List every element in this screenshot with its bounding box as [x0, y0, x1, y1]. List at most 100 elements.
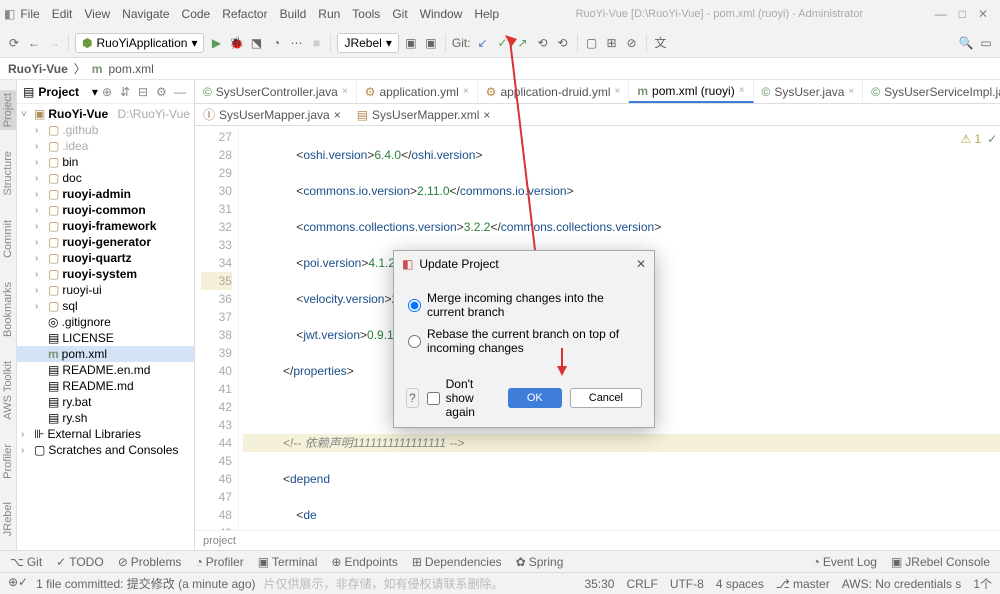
- block-icon[interactable]: ⊘: [624, 35, 640, 51]
- settings-icon[interactable]: ▭: [978, 35, 994, 51]
- tool-dependencies[interactable]: ⊞ Dependencies: [406, 553, 508, 571]
- status-branch[interactable]: ⎇ master: [776, 577, 830, 591]
- tree-item[interactable]: ry.bat: [62, 395, 91, 409]
- tree-item[interactable]: bin: [62, 155, 78, 169]
- run-icon[interactable]: ▶: [208, 35, 224, 51]
- inspection-warnings[interactable]: ⚠ 1: [960, 132, 981, 146]
- hide-icon[interactable]: —: [174, 85, 188, 99]
- tree-item[interactable]: ruoyi-admin: [62, 187, 131, 201]
- profile-icon[interactable]: ◔: [268, 35, 284, 51]
- dont-show-checkbox[interactable]: [427, 392, 440, 405]
- tool-todo[interactable]: ✓ TODO: [50, 553, 110, 571]
- menu-file[interactable]: File: [15, 5, 44, 23]
- help-button[interactable]: ?: [406, 388, 419, 408]
- chevron-down-icon[interactable]: ▾: [92, 85, 98, 99]
- tab-sysusermapper-java[interactable]: ⒾSysUserMapper.java×: [195, 104, 349, 125]
- toolwindow-bookmarks[interactable]: Bookmarks: [0, 279, 16, 340]
- back-icon[interactable]: ←: [26, 35, 42, 51]
- toolwindow-project[interactable]: Project: [0, 90, 16, 130]
- tool-spring[interactable]: ✿ Spring: [510, 553, 570, 571]
- dont-show-option[interactable]: Don't show again: [427, 377, 492, 419]
- tool-profiler[interactable]: ◔ Profiler: [189, 553, 249, 571]
- tree-item[interactable]: ruoyi-quartz: [62, 251, 131, 265]
- tab-pom[interactable]: mpom.xml (ruoyi)×: [629, 80, 753, 103]
- tool-endpoints[interactable]: ⊕ Endpoints: [325, 553, 403, 571]
- tool-git[interactable]: ⌥ Git: [4, 553, 48, 571]
- inspection-widget[interactable]: ⚠ 1 ✓ 10 ︿ ˅: [960, 130, 1000, 147]
- git-rollback-icon[interactable]: ⟲: [555, 35, 571, 51]
- jrebel-debug-icon[interactable]: ▣: [423, 35, 439, 51]
- debug-icon[interactable]: 🐞: [228, 35, 244, 51]
- dialog-close-icon[interactable]: ✕: [636, 257, 646, 271]
- tree-item[interactable]: ruoyi-common: [62, 203, 145, 217]
- tab-sysusermapper-xml[interactable]: ▤SysUserMapper.xml×: [349, 104, 499, 125]
- tool-terminal[interactable]: ▣ Terminal: [252, 553, 324, 571]
- toolwindow-jrebel[interactable]: JRebel: [0, 499, 16, 539]
- tree-item[interactable]: LICENSE: [62, 331, 113, 345]
- editor-breadcrumb[interactable]: project: [195, 530, 1000, 550]
- translate-icon[interactable]: 文: [653, 35, 669, 51]
- tool-eventlog[interactable]: ◔ Event Log: [807, 553, 883, 571]
- attach-icon[interactable]: ⋯: [288, 35, 304, 51]
- menu-build[interactable]: Build: [275, 5, 312, 23]
- tree-item-pom[interactable]: pom.xml: [62, 347, 107, 361]
- search-icon[interactable]: 🔍: [958, 35, 974, 51]
- forward-icon[interactable]: →: [46, 35, 62, 51]
- close-icon[interactable]: ✕: [978, 7, 988, 21]
- menu-view[interactable]: View: [79, 5, 115, 23]
- tree-item[interactable]: .idea: [62, 139, 88, 153]
- project-tree[interactable]: ˅▣RuoYi-Vue D:\RuoYi-Vue ›▢.github ›▢.id…: [17, 104, 194, 550]
- breadcrumb-root[interactable]: RuoYi-Vue: [8, 62, 68, 76]
- collapse-icon[interactable]: ⊟: [138, 85, 152, 99]
- status-indent[interactable]: 4 spaces: [716, 577, 764, 591]
- select-opened-icon[interactable]: ⊕: [102, 85, 116, 99]
- tree-item[interactable]: ruoyi-framework: [62, 219, 156, 233]
- cancel-button[interactable]: Cancel: [570, 388, 642, 408]
- toolwindow-commit[interactable]: Commit: [0, 217, 16, 261]
- status-crlf[interactable]: CRLF: [626, 577, 657, 591]
- coverage-icon[interactable]: ⬔: [248, 35, 264, 51]
- menu-tools[interactable]: Tools: [347, 5, 385, 23]
- status-encoding[interactable]: UTF-8: [670, 577, 704, 591]
- tree-item[interactable]: ry.sh: [62, 411, 87, 425]
- stop-all-icon[interactable]: ▢: [584, 35, 600, 51]
- tree-item[interactable]: README.en.md: [62, 363, 150, 377]
- menu-window[interactable]: Window: [415, 5, 468, 23]
- tree-item[interactable]: .gitignore: [61, 315, 110, 329]
- tree-root[interactable]: RuoYi-Vue: [48, 107, 108, 121]
- tree-item[interactable]: .github: [62, 123, 98, 137]
- menu-git[interactable]: Git: [387, 5, 412, 23]
- run-config-combo[interactable]: ⬢ RuoYiApplication ▾: [75, 33, 204, 53]
- toolwindow-awstoolkit[interactable]: AWS Toolkit: [0, 358, 16, 423]
- rebase-option[interactable]: Rebase the current branch on top of inco…: [408, 323, 640, 359]
- tab-application-druid[interactable]: ⚙application-druid.yml×: [478, 80, 630, 103]
- tree-scratches[interactable]: Scratches and Consoles: [48, 443, 178, 457]
- minimize-icon[interactable]: —: [935, 7, 947, 21]
- git-push-icon[interactable]: ↗: [515, 35, 531, 51]
- tab-application-yml[interactable]: ⚙application.yml×: [357, 80, 478, 103]
- tree-external-libs[interactable]: External Libraries: [47, 427, 140, 441]
- ok-button[interactable]: OK: [508, 388, 562, 408]
- tree-item[interactable]: README.md: [62, 379, 133, 393]
- git-update-icon[interactable]: ↙: [475, 35, 491, 51]
- stop-icon[interactable]: ■: [308, 35, 324, 51]
- merge-option[interactable]: Merge incoming changes into the current …: [408, 287, 640, 323]
- tree-item[interactable]: ruoyi-ui: [62, 283, 101, 297]
- jrebel-combo[interactable]: JRebel ▾: [337, 33, 398, 53]
- tree-item[interactable]: sql: [62, 299, 77, 313]
- tab-sysuserserviceimpl[interactable]: ©SysUserServiceImpl.java×: [863, 80, 1000, 103]
- status-pos[interactable]: 35:30: [584, 577, 614, 591]
- tree-item[interactable]: ruoyi-system: [62, 267, 137, 281]
- breadcrumb-file[interactable]: pom.xml: [108, 62, 153, 76]
- ide-icon[interactable]: ⊞: [604, 35, 620, 51]
- menu-help[interactable]: Help: [469, 5, 504, 23]
- toolwindow-structure[interactable]: Structure: [0, 148, 16, 199]
- menu-edit[interactable]: Edit: [47, 5, 78, 23]
- expand-all-icon[interactable]: ⇵: [120, 85, 134, 99]
- tab-sysusercontroller[interactable]: ©SysUserController.java×: [195, 80, 357, 103]
- git-commit-icon[interactable]: ✓: [495, 35, 511, 51]
- status-aws[interactable]: AWS: No credentials s: [842, 577, 962, 591]
- rebase-radio[interactable]: [408, 335, 421, 348]
- git-history-icon[interactable]: ⟲: [535, 35, 551, 51]
- inspection-ok[interactable]: ✓ 10: [987, 132, 1000, 146]
